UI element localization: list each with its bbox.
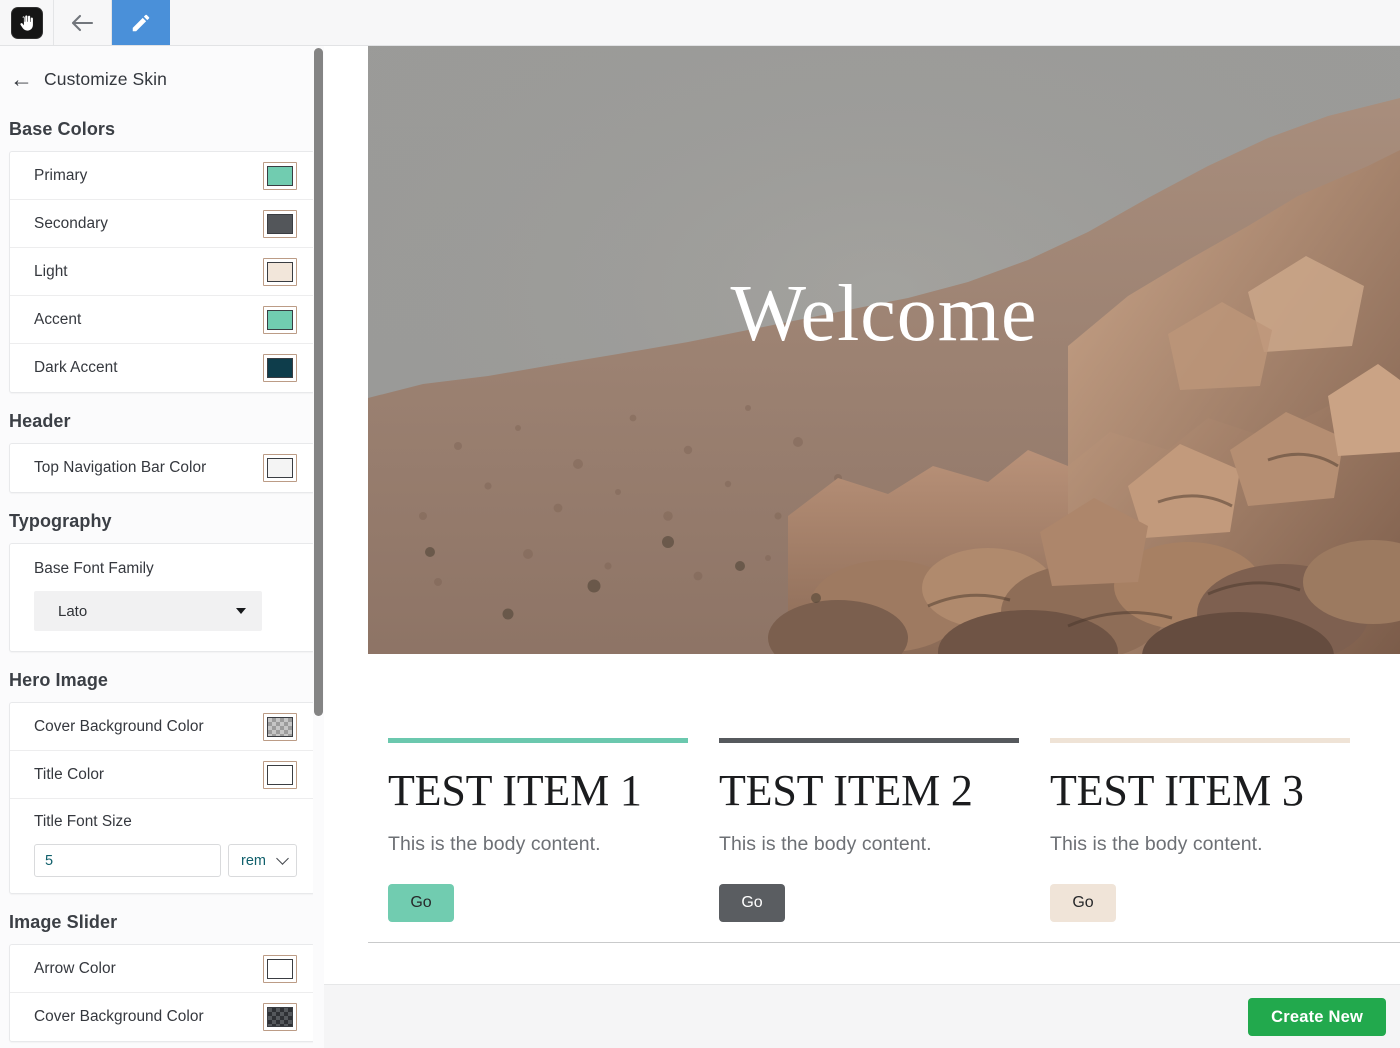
chevron-down-icon <box>236 608 246 614</box>
row-label-slider-arrow-color: Arrow Color <box>34 959 116 977</box>
row-label-slider-cover-background-color: Cover Background Color <box>34 1008 204 1025</box>
color-chip-accent <box>267 309 293 330</box>
left-arrow-icon: ← <box>10 66 33 92</box>
row-dark-accent[interactable]: Dark Accent <box>10 344 314 392</box>
hero-title-font-size-unit-select[interactable]: rem <box>228 844 297 877</box>
color-chip-secondary <box>267 213 293 234</box>
color-swatch-primary[interactable] <box>263 161 297 190</box>
row-hero-cover-background-color[interactable]: Cover Background Color <box>10 703 314 751</box>
color-swatch-light[interactable] <box>263 257 297 286</box>
row-label-primary: Primary <box>34 166 88 184</box>
color-swatch-hero-title[interactable] <box>263 760 297 789</box>
row-label-accent: Accent <box>34 310 82 328</box>
skin-preview-pane: Welcome TEST ITEM 1 This is the body con… <box>330 46 1400 984</box>
sidebar-scrollbar-thumb[interactable] <box>314 48 323 716</box>
hero-title-text: Welcome <box>730 270 1038 358</box>
color-chip-slider-arrow <box>267 958 293 979</box>
preview-cards-row: TEST ITEM 1 This is the body content. Go… <box>388 738 1400 922</box>
color-chip-slider-cover-background-transparent <box>267 1007 293 1027</box>
hero-image-card: Cover Background Color Title Color Title… <box>9 702 315 894</box>
footer-bar: Create New <box>324 984 1400 1048</box>
color-swatch-accent[interactable] <box>263 305 297 334</box>
base-colors-card: Primary Secondary Light Accent Dark Acce… <box>9 151 315 393</box>
hero-title-font-size-label: Title Font Size <box>34 813 132 830</box>
preview-card-1-top-bar <box>388 738 688 743</box>
row-accent[interactable]: Accent <box>10 296 314 344</box>
preview-card-3-body: This is the body content. <box>1050 833 1263 855</box>
section-title-header: Header <box>9 411 71 431</box>
sidebar-title: Customize Skin <box>44 69 167 89</box>
row-slider-cover-background-color[interactable]: Cover Background Color <box>10 993 314 1041</box>
color-swatch-slider-arrow[interactable] <box>263 954 297 983</box>
preview-card-3-title: TEST ITEM 3 <box>1050 766 1304 815</box>
preview-card-1: TEST ITEM 1 This is the body content. Go <box>388 738 719 922</box>
hero-image-preview: Welcome <box>368 46 1400 654</box>
color-chip-dark-accent <box>267 358 293 378</box>
create-new-button[interactable]: Create New <box>1248 998 1386 1036</box>
image-slider-card: Arrow Color Cover Background Color <box>9 944 315 1042</box>
typography-card: Base Font Family Lato <box>9 543 315 652</box>
color-chip-hero-cover-background-transparent <box>267 716 293 737</box>
back-arrow-icon <box>71 14 93 31</box>
preview-card-2-go-button[interactable]: Go <box>719 884 785 922</box>
preview-card-2: TEST ITEM 2 This is the body content. Go <box>719 738 1050 922</box>
back-arrow-button[interactable] <box>54 0 112 45</box>
preview-card-1-body: This is the body content. <box>388 833 601 855</box>
preview-card-1-go-button[interactable]: Go <box>388 884 454 922</box>
section-title-image-slider: Image Slider <box>9 912 118 932</box>
sidebar-back-button[interactable]: ← Customize Skin <box>0 46 323 111</box>
row-label-hero-cover-background-color: Cover Background Color <box>34 717 204 735</box>
row-secondary[interactable]: Secondary <box>10 200 314 248</box>
row-primary[interactable]: Primary <box>10 152 314 200</box>
pencil-icon <box>132 14 150 31</box>
top-toolbar <box>0 0 1400 46</box>
preview-card-2-title: TEST ITEM 2 <box>719 766 973 815</box>
hero-title-font-size-input[interactable] <box>34 844 221 877</box>
chevron-down-icon <box>276 852 289 865</box>
row-light[interactable]: Light <box>10 248 314 296</box>
color-chip-hero-title <box>267 764 293 785</box>
color-swatch-slider-cover-background[interactable] <box>263 1003 297 1031</box>
color-chip-top-navigation-bar <box>267 458 293 478</box>
preview-divider <box>368 942 1400 943</box>
row-label-secondary: Secondary <box>34 214 109 232</box>
base-font-family-select[interactable]: Lato <box>34 591 262 631</box>
hero-title-font-size-block: Title Font Size rem <box>10 799 314 893</box>
color-swatch-secondary[interactable] <box>263 209 297 238</box>
section-title-hero-image: Hero Image <box>9 670 109 690</box>
section-title-base-colors: Base Colors <box>9 119 116 139</box>
hand-logo-icon <box>11 7 42 38</box>
color-swatch-top-navigation-bar[interactable] <box>263 454 297 482</box>
hero-title-font-size-unit-value: rem <box>241 852 266 869</box>
preview-card-3: TEST ITEM 3 This is the body content. Go <box>1050 738 1381 922</box>
base-font-family-label: Base Font Family <box>34 560 154 577</box>
customize-skin-sidebar: ← Customize Skin Base Colors Primary Sec… <box>0 46 324 1048</box>
base-font-family-value: Lato <box>58 602 88 620</box>
row-slider-arrow-color[interactable]: Arrow Color <box>10 945 314 993</box>
section-title-typography: Typography <box>9 511 112 531</box>
preview-card-2-top-bar <box>719 738 1019 743</box>
edit-tab-button[interactable] <box>112 0 170 45</box>
row-hero-title-color[interactable]: Title Color <box>10 751 314 799</box>
row-label-hero-title-color: Title Color <box>34 765 105 783</box>
header-card: Top Navigation Bar Color <box>9 443 315 493</box>
preview-card-1-title: TEST ITEM 1 <box>388 766 642 815</box>
preview-card-3-go-button[interactable]: Go <box>1050 884 1116 922</box>
color-chip-primary <box>267 165 293 186</box>
preview-card-3-top-bar <box>1050 738 1350 743</box>
preview-card-2-body: This is the body content. <box>719 833 932 855</box>
row-label-dark-accent: Dark Accent <box>34 359 118 376</box>
base-font-family-block: Base Font Family Lato <box>10 544 314 651</box>
color-chip-light <box>267 261 293 282</box>
color-swatch-dark-accent[interactable] <box>263 354 297 382</box>
row-label-top-navigation-bar-color: Top Navigation Bar Color <box>34 459 207 476</box>
app-logo-button[interactable] <box>0 0 54 45</box>
color-swatch-hero-cover-background[interactable] <box>263 712 297 741</box>
row-label-light: Light <box>34 262 68 280</box>
row-top-navigation-bar-color[interactable]: Top Navigation Bar Color <box>10 444 314 492</box>
